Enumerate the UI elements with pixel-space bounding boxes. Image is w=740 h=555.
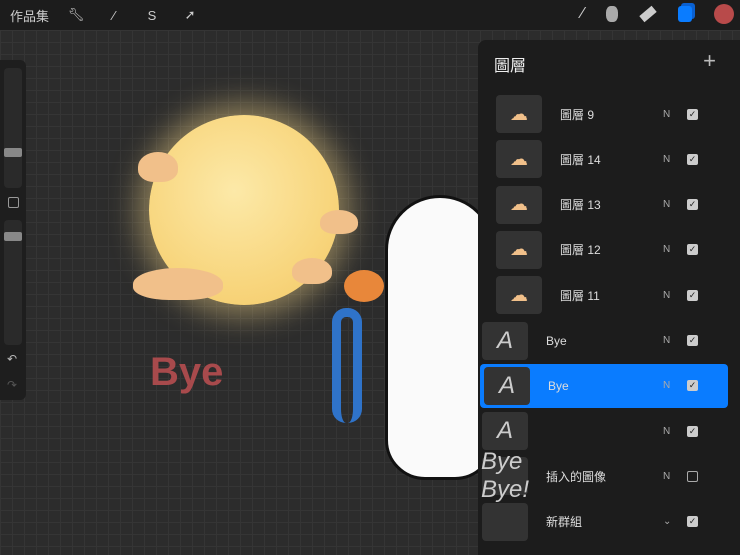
gallery-button[interactable]: 作品集 bbox=[10, 6, 49, 25]
layer-name: 插入的圖像 bbox=[546, 469, 607, 484]
redo-icon[interactable]: ↷ bbox=[7, 378, 17, 392]
layer-row[interactable]: ☁ 圖層 9 N ✓ bbox=[478, 92, 728, 136]
cloud-drawing bbox=[133, 268, 223, 300]
visibility-checkbox[interactable]: ✓ bbox=[687, 380, 698, 392]
layer-name: 圖層 11 bbox=[560, 288, 600, 303]
left-sidebar: ↶ ↷ bbox=[0, 60, 26, 400]
layer-name: 圖層 12 bbox=[560, 243, 601, 258]
visibility-checkbox[interactable]: ✓ bbox=[687, 335, 698, 346]
layers-title: 圖層 bbox=[494, 58, 527, 75]
layer-row[interactable]: A Bye N ✓ bbox=[478, 319, 728, 363]
opacity-thumb[interactable] bbox=[4, 232, 22, 241]
eraser-icon[interactable] bbox=[639, 5, 657, 23]
layer-row[interactable]: A Bye N ✓ bbox=[480, 363, 728, 408]
canvas-text-bye: Bye bbox=[150, 350, 224, 394]
layer-name: Bye bbox=[546, 333, 567, 348]
brush-size-thumb[interactable] bbox=[4, 148, 22, 157]
visibility-checkbox[interactable]: ✓ bbox=[687, 244, 698, 256]
ribbon-drawing bbox=[332, 308, 362, 423]
blend-mode-button[interactable]: ⌄ bbox=[663, 516, 687, 527]
layer-row[interactable]: ☁ 圖層 12 N ✓ bbox=[478, 228, 728, 272]
layer-thumbnail: A bbox=[484, 366, 530, 405]
visibility-checkbox[interactable] bbox=[687, 470, 698, 482]
layer-thumbnail: A bbox=[482, 412, 528, 451]
layer-row[interactable]: A N ✓ bbox=[478, 409, 728, 453]
layers-icon[interactable] bbox=[678, 6, 692, 22]
add-layer-button[interactable]: + bbox=[703, 48, 716, 74]
blend-mode-button[interactable]: N bbox=[663, 109, 687, 120]
layer-name: 圖層 13 bbox=[560, 198, 601, 213]
wrench-icon[interactable]: 🔧︎ bbox=[65, 4, 87, 26]
layer-thumbnail: ☁ bbox=[496, 140, 542, 179]
layer-row[interactable]: Bye Bye! 插入的圖像 N bbox=[478, 448, 728, 504]
top-toolbar: 作品集 🔧︎ ⁄ S ➚ ⁄ bbox=[0, 0, 740, 30]
layer-thumbnail: Bye Bye! bbox=[481, 448, 530, 504]
layer-thumbnail: ☁ bbox=[496, 95, 542, 133]
layer-thumbnail: A bbox=[482, 321, 528, 360]
visibility-checkbox[interactable]: ✓ bbox=[687, 425, 698, 437]
layer-row[interactable]: ☁ 圖層 11 N ✓ bbox=[478, 273, 728, 317]
visibility-checkbox[interactable]: ✓ bbox=[687, 516, 698, 528]
layer-thumbnail: ☁ bbox=[496, 230, 542, 269]
layer-thumbnail: ☁ bbox=[496, 185, 542, 224]
blend-mode-button[interactable]: N bbox=[663, 380, 687, 391]
transform-icon[interactable]: ➚ bbox=[179, 4, 201, 26]
cloud-drawing bbox=[292, 258, 332, 284]
blend-mode-button[interactable]: N bbox=[663, 335, 687, 346]
undo-icon[interactable]: ↶ bbox=[7, 352, 17, 366]
layer-name: 圖層 9 bbox=[560, 107, 595, 122]
brush-size-slider[interactable] bbox=[4, 68, 22, 188]
magic-wand-icon[interactable]: ⁄ bbox=[103, 4, 125, 26]
cloud-drawing bbox=[138, 152, 178, 182]
layer-row[interactable]: ☁ 圖層 14 N ✓ bbox=[478, 137, 728, 181]
carrot-drawing bbox=[344, 270, 384, 302]
layer-row[interactable]: ☁ 圖層 13 N ✓ bbox=[478, 183, 728, 227]
layer-name: 圖層 14 bbox=[560, 152, 601, 167]
layers-panel: 圖層 + ☁ 圖層 9 N ✓ ☁ 圖層 14 N ✓ ☁ 圖層 13 N ✓ ☁ 圖… bbox=[478, 40, 740, 555]
color-icon[interactable] bbox=[714, 4, 734, 24]
blend-mode-button[interactable]: N bbox=[663, 471, 687, 482]
blend-mode-button[interactable]: N bbox=[663, 244, 687, 255]
layer-row[interactable]: 新群組 ⌄ ✓ bbox=[478, 500, 728, 544]
visibility-checkbox[interactable]: ✓ bbox=[687, 289, 698, 301]
cloud-drawing bbox=[320, 210, 358, 234]
visibility-checkbox[interactable]: ✓ bbox=[687, 199, 698, 211]
layer-thumbnail bbox=[482, 502, 528, 541]
layer-thumbnail: ☁ bbox=[496, 276, 542, 315]
layer-name: 新群組 bbox=[546, 515, 583, 530]
brush-icon[interactable]: ⁄ bbox=[581, 5, 584, 23]
visibility-checkbox[interactable]: ✓ bbox=[687, 108, 698, 120]
blend-mode-button[interactable]: N bbox=[663, 426, 687, 437]
blend-mode-button[interactable]: N bbox=[663, 290, 687, 301]
visibility-checkbox[interactable]: ✓ bbox=[687, 153, 698, 165]
layer-name: Bye bbox=[548, 378, 569, 393]
blend-mode-button[interactable]: N bbox=[663, 199, 687, 210]
smudge-icon[interactable] bbox=[606, 6, 618, 22]
selection-icon[interactable]: S bbox=[141, 4, 163, 26]
modify-button[interactable] bbox=[8, 197, 19, 208]
blend-mode-button[interactable]: N bbox=[663, 154, 687, 165]
